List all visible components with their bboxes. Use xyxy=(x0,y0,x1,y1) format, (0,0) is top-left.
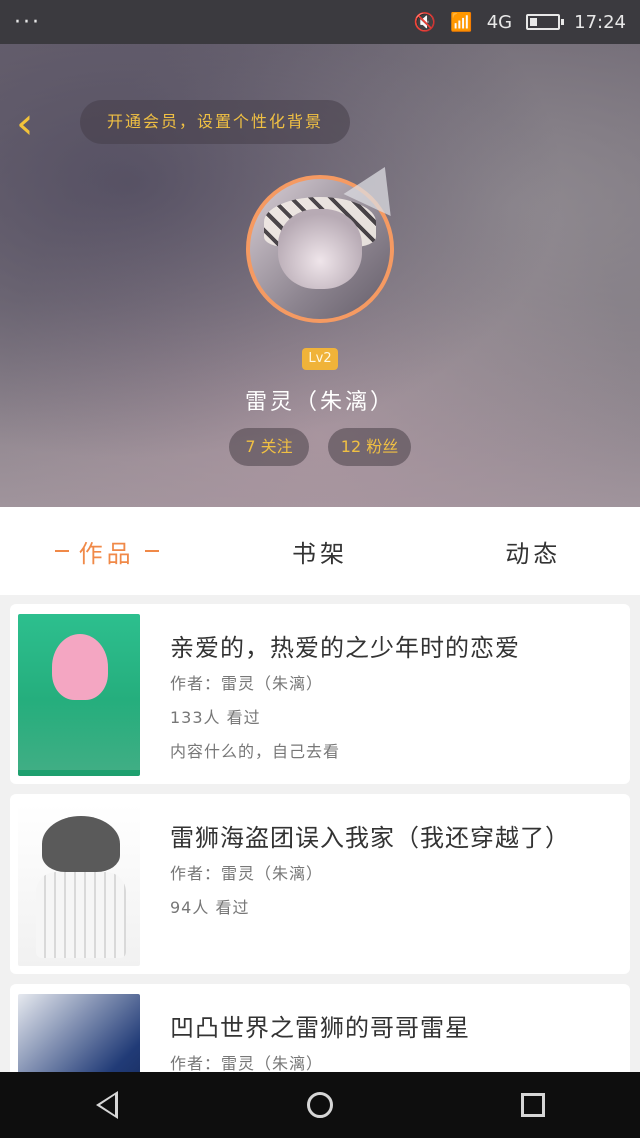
circle-home-icon xyxy=(306,1092,333,1118)
tab-active-dash-right xyxy=(144,550,159,552)
username: 雷灵（朱漓） xyxy=(244,390,395,415)
work-author: 作者：雷灵（朱漓） xyxy=(170,864,324,883)
avatar-container[interactable] xyxy=(246,155,409,323)
work-views: 94人 看过 xyxy=(170,898,250,917)
work-cover-image xyxy=(18,994,140,1072)
cover-character-body xyxy=(36,872,126,958)
network-type: 4G xyxy=(486,11,513,33)
tab-bookshelf-label: 书架 xyxy=(291,539,348,568)
work-title: 雷狮海盗团误入我家（我还穿越了） xyxy=(170,824,570,852)
work-card[interactable]: 凹凸世界之雷狮的哥哥雷星 作者：雷灵（朱漓） xyxy=(10,984,630,1072)
work-description: 内容什么的，自己去看 xyxy=(170,742,341,761)
status-icons: 🔇 📶 4G 17:24 xyxy=(414,12,626,33)
vip-background-button[interactable]: 开通会员，设置个性化背景 xyxy=(80,100,350,144)
work-card[interactable]: 雷狮海盗团误入我家（我还穿越了） 作者：雷灵（朱漓） 94人 看过 xyxy=(10,794,630,974)
tab-bookshelf[interactable]: 书架 xyxy=(213,507,426,595)
works-list: 亲爱的，热爱的之少年时的恋爱 作者：雷灵（朱漓） 133人 看过 内容什么的，自… xyxy=(0,595,640,1072)
status-bar: ··· 🔇 📶 4G 17:24 xyxy=(0,0,640,44)
tab-bar: 作品 书架 动态 xyxy=(0,507,640,595)
wifi-icon: 📶 xyxy=(450,11,473,33)
work-title: 亲爱的，热爱的之少年时的恋爱 xyxy=(170,634,520,662)
tab-works[interactable]: 作品 xyxy=(0,507,213,595)
nav-back-button[interactable] xyxy=(87,1085,127,1125)
work-cover-image xyxy=(18,614,140,776)
status-notification-dots: ··· xyxy=(14,9,41,35)
back-button[interactable]: ‹ xyxy=(16,102,50,146)
profile-header: ‹ 开通会员，设置个性化背景 Lv2 雷灵（朱漓） 7 关注 12 粉丝 xyxy=(0,44,640,507)
tab-activity-label: 动态 xyxy=(505,539,562,568)
battery-icon xyxy=(526,14,565,30)
triangle-back-icon xyxy=(95,1091,118,1119)
work-author: 作者：雷灵（朱漓） xyxy=(170,1054,324,1072)
following-button[interactable]: 7 关注 xyxy=(229,428,309,466)
tab-works-label: 作品 xyxy=(78,539,135,568)
nav-recents-button[interactable] xyxy=(513,1085,553,1125)
cover-character xyxy=(52,634,108,700)
status-time: 17:24 xyxy=(574,11,626,33)
square-recents-icon xyxy=(521,1093,546,1117)
work-author: 作者：雷灵（朱漓） xyxy=(170,674,324,693)
fans-button[interactable]: 12 粉丝 xyxy=(328,428,411,466)
avatar-face xyxy=(278,209,362,289)
nav-home-button[interactable] xyxy=(300,1085,340,1125)
tab-activity[interactable]: 动态 xyxy=(427,507,640,595)
level-badge: Lv2 xyxy=(302,348,338,370)
system-navigation-bar xyxy=(0,1072,640,1138)
work-cover-image xyxy=(18,804,140,966)
work-title: 凹凸世界之雷狮的哥哥雷星 xyxy=(170,1014,470,1042)
tab-active-dash-left xyxy=(54,550,69,552)
cover-character-hair xyxy=(42,816,120,872)
cover-decoration xyxy=(18,700,140,770)
work-views: 133人 看过 xyxy=(170,708,261,727)
back-icon: ‹ xyxy=(16,98,34,149)
mute-icon: 🔇 xyxy=(413,11,437,33)
work-card[interactable]: 亲爱的，热爱的之少年时的恋爱 作者：雷灵（朱漓） 133人 看过 内容什么的，自… xyxy=(10,604,630,784)
